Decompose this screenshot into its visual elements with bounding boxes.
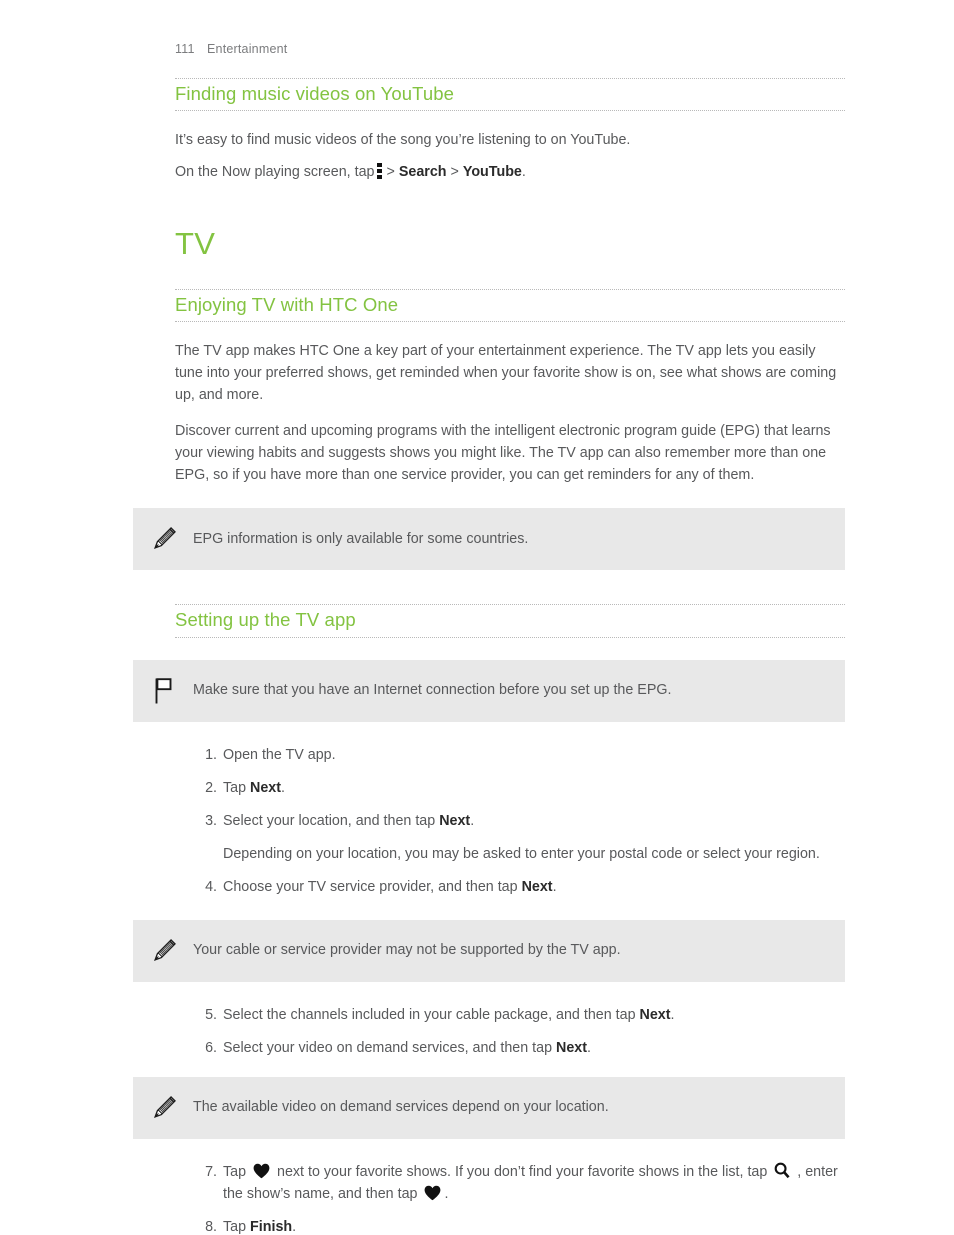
step-text-pre: Select your location, and then tap: [223, 812, 440, 829]
heading-tv: TV: [175, 226, 216, 262]
list-item-step-4: 4. Choose your TV service provider, and …: [175, 876, 845, 898]
step-text-pre: Tap: [223, 1218, 251, 1235]
list-item-step-1: 1. Open the TV app.: [175, 744, 845, 766]
setup-steps-part-1: 1. Open the TV app. 2. Tap Next. 3. Sele…: [175, 744, 845, 898]
heading-finding-music-videos: Finding music videos on YouTube: [175, 78, 845, 112]
youtube-sep-2: >: [450, 164, 459, 181]
step-text-post: .: [587, 1039, 591, 1056]
section-name: Entertainment: [207, 42, 288, 56]
step-button-label: Next: [250, 779, 282, 796]
page-content: Finding music videos on YouTube It’s eas…: [133, 78, 845, 1235]
list-item-step-5: 5. Select the channels included in your …: [175, 1004, 845, 1026]
tip-text-internet-connection: Make sure that you have an Internet conn…: [193, 682, 672, 699]
step-7-segment-1: Tap: [223, 1163, 251, 1180]
step-number: 3.: [205, 812, 217, 829]
heading-setting-up-tv-app: Setting up the TV app: [175, 604, 845, 638]
step-text: Open the TV app.: [223, 746, 336, 763]
step-number: 4.: [205, 878, 217, 895]
enjoying-paragraph-2: Discover current and upcoming programs w…: [175, 423, 831, 484]
step-text-post: .: [292, 1218, 297, 1235]
step-text-post: .: [470, 812, 475, 829]
step-text-pre: Select your video on demand services, an…: [223, 1039, 557, 1056]
overflow-menu-icon: [377, 163, 383, 180]
step-3-sub-paragraph: Depending on your location, you may be a…: [223, 845, 820, 862]
step-text-pre: Choose your TV service provider, and the…: [223, 878, 522, 895]
setup-steps-part-3: 7. Tap next to your favorite shows. If y…: [175, 1161, 845, 1235]
heart-icon: [253, 1163, 270, 1179]
youtube-menu-youtube: YouTube: [462, 164, 522, 181]
youtube-instruction-paragraph: On the Now playing screen, tap > Search >…: [175, 161, 845, 183]
step-number: 1.: [205, 746, 217, 763]
list-item-step-8: 8. Tap Finish.: [175, 1216, 845, 1235]
search-icon: [774, 1162, 790, 1179]
list-item-step-7: 7. Tap next to your favorite shows. If y…: [175, 1161, 845, 1205]
note-text-vod-location: The available video on demand services d…: [193, 1099, 609, 1116]
heading-enjoying-tv: Enjoying TV with HTC One: [175, 289, 845, 323]
list-item-step-3: 3. Select your location, and then tap Ne…: [175, 810, 845, 865]
step-7-segment-4: .: [444, 1185, 449, 1202]
note-box-cable-provider: Your cable or service provider may not b…: [133, 919, 845, 982]
youtube-intro-paragraph: It’s easy to find music videos of the so…: [175, 132, 631, 149]
heart-icon: [424, 1185, 441, 1201]
note-box-epg-countries: EPG information is only available for so…: [133, 508, 845, 571]
list-item-step-2: 2. Tap Next.: [175, 777, 845, 799]
pencil-icon: [147, 934, 181, 968]
note-text-cable-provider: Your cable or service provider may not b…: [193, 942, 621, 959]
step-number: 6.: [205, 1039, 217, 1056]
step-text-pre: Tap: [223, 779, 251, 796]
step-button-label: Next: [556, 1039, 588, 1056]
pencil-icon: [147, 1091, 181, 1125]
page-running-header: 111 Entertainment: [175, 42, 287, 56]
document-page: 111 Entertainment Finding music videos on…: [0, 0, 954, 1235]
step-text-post: .: [281, 779, 286, 796]
pencil-icon: [147, 522, 181, 556]
setup-steps-part-2: 5. Select the channels included in your …: [175, 1004, 845, 1059]
step-7-segment-2: next to your favorite shows. If you don’…: [273, 1163, 772, 1180]
page-number: 111: [175, 42, 195, 56]
youtube-instruction-pre: On the Now playing screen, tap: [175, 164, 375, 181]
enjoying-paragraph-1: The TV app makes HTC One a key part of y…: [175, 343, 837, 404]
step-text-post: .: [670, 1006, 675, 1023]
step-button-label: Finish: [250, 1218, 293, 1235]
step-button-label: Next: [439, 812, 471, 829]
step-number: 8.: [205, 1218, 217, 1235]
youtube-sep-1: >: [386, 164, 395, 181]
step-text-post: .: [552, 878, 557, 895]
step-button-label: Next: [521, 878, 553, 895]
step-number: 5.: [205, 1006, 217, 1023]
tip-box-internet-connection: Make sure that you have an Internet conn…: [133, 659, 845, 722]
youtube-menu-search: Search: [398, 164, 447, 181]
note-box-vod-location: The available video on demand services d…: [133, 1076, 845, 1139]
note-text-epg-countries: EPG information is only available for so…: [193, 530, 529, 547]
step-number: 7.: [205, 1163, 217, 1180]
step-button-label: Next: [639, 1006, 671, 1023]
list-item-step-6: 6. Select your video on demand services,…: [175, 1037, 845, 1059]
step-number: 2.: [205, 779, 217, 796]
step-text-pre: Select the channels included in your cab…: [223, 1006, 640, 1023]
youtube-instruction-end: .: [521, 164, 526, 181]
flag-icon: [147, 674, 181, 708]
